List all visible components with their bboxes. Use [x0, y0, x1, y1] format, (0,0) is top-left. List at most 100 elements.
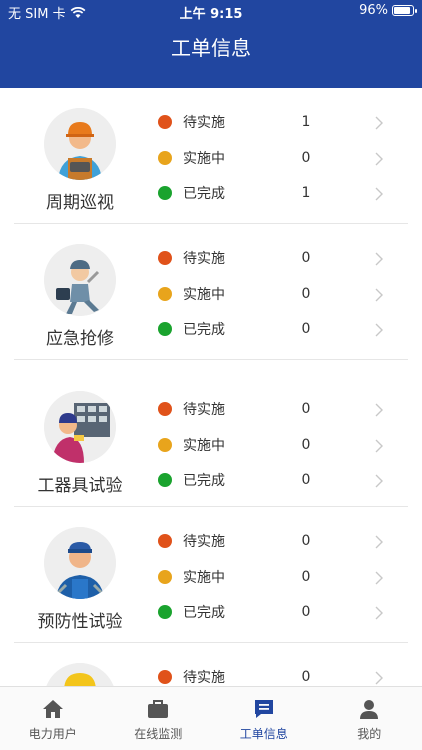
status-dot-icon: [158, 438, 172, 452]
status-dot-icon: [158, 115, 172, 129]
status-label: 实施中: [183, 151, 225, 167]
tool-test-avatar-icon: [44, 391, 116, 463]
status-count: 0: [301, 321, 311, 337]
tab-home[interactable]: 电力用户: [0, 687, 106, 750]
category-name: 工器具试验: [37, 476, 123, 496]
status-row[interactable]: 待实施 0: [158, 667, 398, 686]
status-dot-icon: [158, 186, 172, 200]
status-label: 待实施: [183, 402, 225, 418]
chevron-right-icon: [374, 438, 384, 457]
status-right: 96%: [359, 3, 417, 18]
category-name: 预防性试验: [37, 612, 123, 632]
tab-label: 我的: [357, 727, 382, 741]
category-name: 周期巡视: [46, 193, 114, 213]
tab-label: 在线监测: [134, 727, 183, 741]
hardhat-avatar-icon: [44, 663, 116, 686]
status-label: 待实施: [183, 534, 225, 550]
chevron-right-icon: [374, 534, 384, 553]
message-icon: [252, 697, 276, 721]
status-label: 已完成: [183, 186, 225, 202]
status-row[interactable]: 已完成 1: [158, 183, 398, 203]
status-dot-icon: [158, 534, 172, 548]
category-section: 预防性试验 待实施 0 实施中 0 已完成 0: [0, 507, 422, 643]
status-count: 0: [301, 286, 311, 302]
status-row[interactable]: 待实施 0: [158, 248, 398, 268]
chevron-right-icon: [374, 186, 384, 205]
status-dot-icon: [158, 322, 172, 336]
tab-label: 工单信息: [239, 727, 288, 741]
chevron-right-icon: [374, 570, 384, 589]
chevron-right-icon: [374, 670, 384, 686]
status-row[interactable]: 待实施 0: [158, 399, 398, 419]
status-dot-icon: [158, 402, 172, 416]
status-count: 0: [301, 150, 311, 166]
status-count: 0: [301, 669, 311, 685]
status-row[interactable]: 实施中 0: [158, 148, 398, 168]
status-dot-icon: [158, 473, 172, 487]
status-count: 0: [301, 437, 311, 453]
battery-percent: 96%: [359, 3, 388, 18]
repairman-avatar-icon: [44, 244, 116, 316]
status-label: 待实施: [183, 115, 225, 131]
work-order-list[interactable]: 周期巡视 待实施 1 实施中 0 已完成 1 应急抢修 待实施 0 实施中 0 已完成 0 工器具试验 待实施…: [0, 88, 422, 686]
chevron-right-icon: [374, 287, 384, 306]
status-row[interactable]: 已完成 0: [158, 319, 398, 339]
status-row[interactable]: 实施中 0: [158, 284, 398, 304]
status-row[interactable]: 实施中 0: [158, 435, 398, 455]
category-name: 应急抢修: [46, 329, 114, 349]
chevron-right-icon: [374, 605, 384, 624]
status-count: 0: [301, 604, 311, 620]
briefcase-icon: [146, 697, 170, 721]
status-row[interactable]: 待实施 0: [158, 531, 398, 551]
tab-bar: 电力用户 在线监测 工单信息 我的: [0, 686, 422, 750]
status-label: 实施中: [183, 438, 225, 454]
chevron-right-icon: [374, 402, 384, 421]
tab-label: 电力用户: [28, 727, 77, 741]
status-dot-icon: [158, 251, 172, 265]
status-dot-icon: [158, 151, 172, 165]
status-label: 待实施: [183, 670, 225, 686]
tab-person[interactable]: 我的: [317, 687, 422, 750]
status-count: 1: [301, 114, 311, 130]
status-label: 已完成: [183, 605, 225, 621]
status-dot-icon: [158, 287, 172, 301]
inspector-avatar-icon: [44, 108, 116, 180]
divider: [14, 359, 408, 360]
status-label: 实施中: [183, 570, 225, 586]
chevron-right-icon: [374, 151, 384, 170]
status-label: 实施中: [183, 287, 225, 303]
tab-message[interactable]: 工单信息: [211, 687, 317, 750]
chevron-right-icon: [374, 115, 384, 134]
status-row[interactable]: 实施中 0: [158, 567, 398, 587]
status-count: 1: [301, 185, 311, 201]
status-bar: 无 SIM 卡 上午 9:15 96%: [0, 0, 422, 24]
status-label: 已完成: [183, 473, 225, 489]
status-label: 待实施: [183, 251, 225, 267]
status-row[interactable]: 已完成 0: [158, 602, 398, 622]
category-section: 周期巡视 待实施 1 实施中 0 已完成 1: [0, 88, 422, 224]
status-label: 已完成: [183, 322, 225, 338]
tab-briefcase[interactable]: 在线监测: [106, 687, 212, 750]
category-section: 待实施 0: [0, 643, 422, 686]
category-section: 应急抢修 待实施 0 实施中 0 已完成 0: [0, 224, 422, 360]
status-dot-icon: [158, 670, 172, 684]
battery-fill: [394, 7, 411, 14]
status-count: 0: [301, 569, 311, 585]
status-row[interactable]: 已完成 0: [158, 470, 398, 490]
person-icon: [357, 697, 381, 721]
worker-avatar-icon: [44, 527, 116, 599]
status-count: 0: [301, 533, 311, 549]
chevron-right-icon: [374, 473, 384, 492]
status-count: 0: [301, 472, 311, 488]
chevron-right-icon: [374, 322, 384, 341]
status-dot-icon: [158, 605, 172, 619]
status-count: 0: [301, 250, 311, 266]
status-dot-icon: [158, 570, 172, 584]
chevron-right-icon: [374, 251, 384, 270]
battery-icon: [392, 5, 417, 16]
status-count: 0: [301, 401, 311, 417]
nav-bar: 工单信息: [0, 24, 422, 88]
home-icon: [41, 697, 65, 721]
status-row[interactable]: 待实施 1: [158, 112, 398, 132]
page-title: 工单信息: [171, 36, 251, 60]
